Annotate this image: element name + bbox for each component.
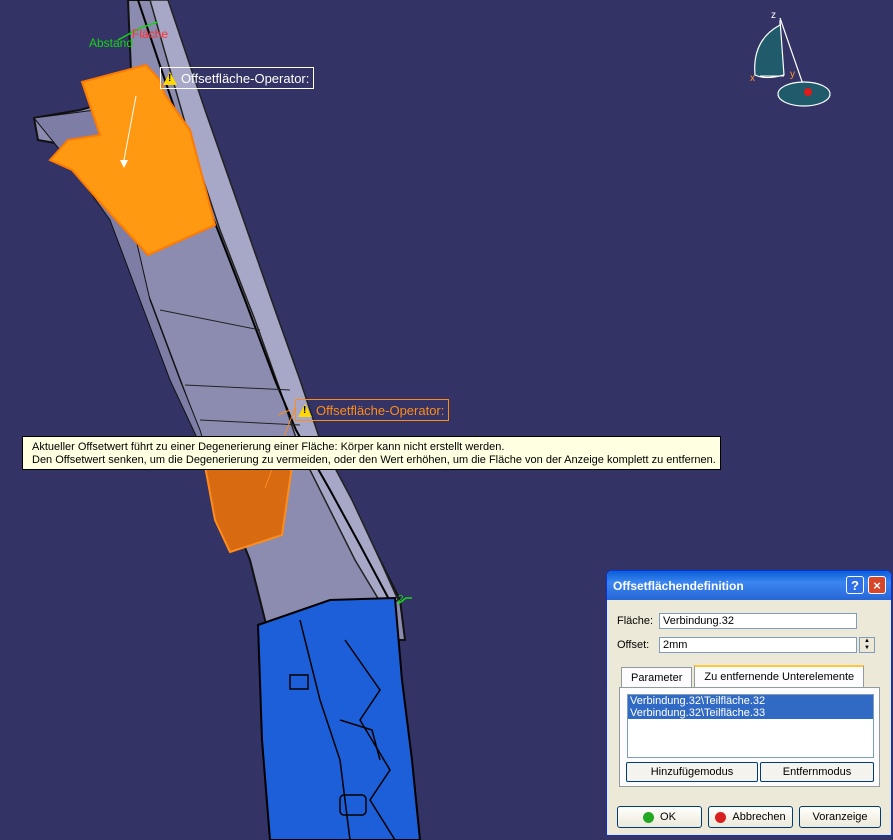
spin-down-icon[interactable]: ▼ xyxy=(860,645,874,652)
tab-sub-elements[interactable]: Zu entfernende Unterelemente xyxy=(694,665,865,687)
operator-label-text: Offsetfläche-Operator: xyxy=(316,402,445,418)
offset-row: Offset: 2mm ▲ ▼ xyxy=(617,637,875,653)
offset-label: Offset: xyxy=(617,639,650,651)
close-icon: × xyxy=(873,577,881,593)
tooltip-line-1: Aktueller Offsetwert führt zu einer Dege… xyxy=(32,441,505,453)
help-button[interactable]: ? xyxy=(846,576,864,594)
flache-label: Fläche xyxy=(132,27,169,41)
preview-label: Voranzeige xyxy=(812,811,868,823)
compass-y-label: y xyxy=(790,69,795,80)
spin-up-icon[interactable]: ▲ xyxy=(860,638,874,645)
add-mode-button[interactable]: Hinzufügemodus xyxy=(626,762,758,782)
compass-widget[interactable] xyxy=(754,17,831,107)
sub-elements-list[interactable]: Verbindung.32\Teilfläche.32 Verbindung.3… xyxy=(627,694,874,758)
compass-z-label: z xyxy=(771,10,776,21)
cancel-icon xyxy=(715,811,727,823)
tab-parameter[interactable]: Parameter xyxy=(621,667,693,687)
dialog-title: Offsetflächendefinition xyxy=(613,578,744,593)
tab-bar: Parameter Zu entfernende Unterelemente xyxy=(621,665,866,687)
cancel-button[interactable]: Abbrechen xyxy=(708,806,793,828)
warning-tooltip: Aktueller Offsetwert führt zu einer Dege… xyxy=(22,436,721,470)
ok-icon xyxy=(643,811,655,823)
constraint-label: 2 xyxy=(398,594,404,605)
list-item[interactable]: Verbindung.32\Teilfläche.33 xyxy=(628,707,873,719)
offset-operator-label-2[interactable]: Offsetfläche-Operator: xyxy=(295,399,450,421)
help-icon: ? xyxy=(851,577,859,593)
ok-button[interactable]: OK xyxy=(617,806,702,828)
cancel-label: Abbrechen xyxy=(732,811,786,823)
operator-label-text: Offsetfläche-Operator: xyxy=(181,70,310,86)
surface-row: Fläche: Verbindung.32 xyxy=(617,613,857,629)
surface-field[interactable]: Verbindung.32 xyxy=(659,613,857,629)
warning-icon xyxy=(163,71,177,85)
offset-operator-label-1[interactable]: Offsetfläche-Operator: xyxy=(160,67,315,89)
blue-part[interactable] xyxy=(256,596,422,840)
offset-spinner[interactable]: ▲ ▼ xyxy=(859,637,875,653)
preview-button[interactable]: Voranzeige xyxy=(799,806,881,828)
list-item[interactable]: Verbindung.32\Teilfläche.32 xyxy=(628,695,873,707)
surface-label: Fläche: xyxy=(617,615,654,627)
close-button[interactable]: × xyxy=(868,576,886,594)
tab-panel: Verbindung.32\Teilfläche.32 Verbindung.3… xyxy=(619,687,880,787)
offset-input[interactable]: 2mm xyxy=(659,637,857,653)
remove-mode-button[interactable]: Entfernmodus xyxy=(760,762,874,782)
abstand-label: Abstand xyxy=(89,36,134,50)
dialog-title-bar[interactable]: Offsetflächendefinition ? × xyxy=(607,571,891,600)
offset-surface-dialog: Offsetflächendefinition ? × Fläche: Verb… xyxy=(606,570,892,836)
warning-icon xyxy=(298,403,312,417)
tooltip-line-2: Den Offsetwert senken, um die Degenerier… xyxy=(32,454,716,466)
ok-label: OK xyxy=(660,811,676,823)
compass-x-label: x xyxy=(750,73,755,84)
